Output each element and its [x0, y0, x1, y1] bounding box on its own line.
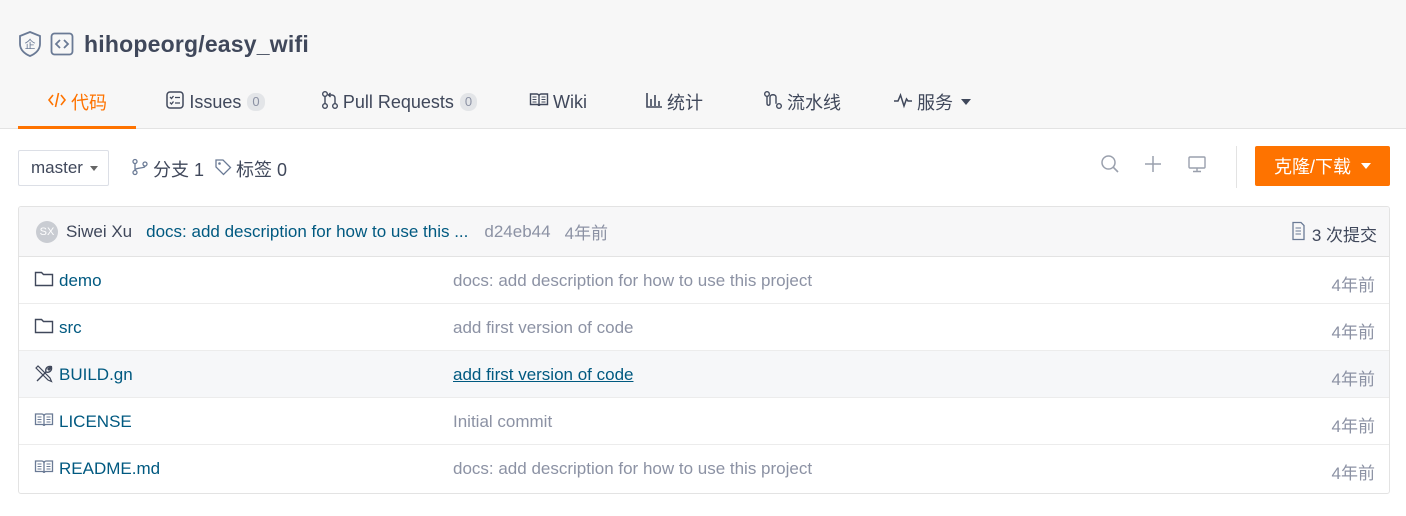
- file-time: 4年前: [1331, 464, 1375, 483]
- pipeline-icon: [763, 90, 787, 115]
- tab-pull-requests[interactable]: Pull Requests 0: [294, 76, 504, 128]
- document-book-icon: [34, 458, 54, 481]
- tab-label: Wiki: [553, 91, 587, 112]
- tab-wiki[interactable]: Wiki: [504, 76, 612, 128]
- tags-link[interactable]: 标签 0: [214, 156, 287, 182]
- tab-label: 统计: [667, 93, 703, 113]
- branch-select-value: master: [31, 158, 83, 177]
- branch-icon: [131, 158, 153, 181]
- file-commit-message[interactable]: add first version of code: [453, 318, 633, 338]
- file-time: 4年前: [1331, 417, 1375, 436]
- add-file-plus-icon[interactable]: [1143, 154, 1163, 179]
- caret-down-icon: [89, 165, 98, 171]
- table-row[interactable]: BUILD.gn add first version of code 4年前: [19, 351, 1389, 398]
- table-row[interactable]: README.md docs: add description for how …: [19, 445, 1389, 492]
- file-list: SX Siwei Xu docs: add description for ho…: [18, 206, 1390, 494]
- repo-tabs: 代码 Issues 0 Pull Requests 0 Wiki 统计 流水线 …: [18, 76, 996, 129]
- commit-history-icon: [1290, 221, 1312, 246]
- folder-icon: [34, 270, 54, 293]
- commit-time: 4年前: [564, 224, 609, 243]
- commit-count-link[interactable]: 3 次提交: [1290, 221, 1377, 246]
- code-repo-icon: [50, 32, 74, 56]
- branch-select[interactable]: master: [18, 150, 109, 186]
- tag-icon: [214, 158, 236, 181]
- file-name-link[interactable]: BUILD.gn: [59, 365, 133, 385]
- clone-download-button[interactable]: 克隆/下载: [1255, 146, 1390, 186]
- repo-header: 企 hihopeorg/easy_wifi 代码 Issues 0 Pull R…: [0, 0, 1406, 129]
- bar-chart-icon: [645, 90, 667, 115]
- file-name-link[interactable]: demo: [59, 271, 102, 291]
- file-time: 4年前: [1331, 276, 1375, 295]
- file-commit-message[interactable]: docs: add description for how to use thi…: [453, 271, 812, 291]
- tab-issues[interactable]: Issues 0: [136, 76, 294, 128]
- tab-label: 代码: [71, 93, 107, 113]
- repo-title-row: 企 hihopeorg/easy_wifi: [18, 29, 309, 59]
- search-icon[interactable]: [1100, 154, 1120, 179]
- svg-text:企: 企: [25, 37, 36, 51]
- latest-commit-bar: SX Siwei Xu docs: add description for ho…: [19, 207, 1389, 257]
- tab-code[interactable]: 代码: [18, 76, 136, 129]
- file-name-link[interactable]: LICENSE: [59, 412, 132, 432]
- branches-label: 分支 1: [153, 160, 205, 180]
- toolbar-divider: [1236, 146, 1237, 188]
- repo-title[interactable]: hihopeorg/easy_wifi: [84, 31, 309, 58]
- file-name-link[interactable]: src: [59, 318, 82, 338]
- tab-pipeline[interactable]: 流水线: [736, 76, 868, 128]
- commit-count-label: 3 次提交: [1311, 226, 1377, 245]
- commit-sha[interactable]: d24eb44: [484, 222, 550, 242]
- caret-down-icon: [961, 99, 971, 105]
- clone-download-label: 克隆/下载: [1273, 157, 1351, 177]
- tab-label: 服务: [917, 93, 953, 113]
- folder-icon: [34, 317, 54, 340]
- file-time: 4年前: [1331, 323, 1375, 342]
- branches-link[interactable]: 分支 1: [131, 156, 204, 182]
- repo-toolbar: master 分支 1 标签 0 克隆/下载: [18, 146, 1390, 188]
- wiki-book-icon: [529, 90, 553, 115]
- tab-services-dropdown[interactable]: 服务: [868, 76, 996, 128]
- avatar[interactable]: SX: [36, 220, 58, 243]
- file-commit-message[interactable]: add first version of code: [453, 365, 633, 385]
- enterprise-shield-icon: 企: [18, 31, 42, 57]
- tab-label: Issues: [189, 91, 242, 112]
- tags-label: 标签 0: [236, 160, 288, 180]
- issues-count-badge: 0: [247, 93, 265, 111]
- pulse-icon: [893, 90, 917, 115]
- tab-stats[interactable]: 统计: [612, 76, 736, 128]
- table-row[interactable]: src add first version of code 4年前: [19, 304, 1389, 351]
- web-ide-monitor-icon[interactable]: [1187, 154, 1207, 179]
- table-row[interactable]: demo docs: add description for how to us…: [19, 257, 1389, 304]
- table-row[interactable]: LICENSE Initial commit 4年前: [19, 398, 1389, 445]
- tab-label: 流水线: [787, 93, 841, 113]
- build-tools-icon: [34, 364, 54, 389]
- tab-label: Pull Requests: [342, 91, 454, 112]
- document-book-icon: [34, 411, 54, 434]
- commit-message-link[interactable]: docs: add description for how to use thi…: [146, 222, 468, 242]
- file-name-link[interactable]: README.md: [59, 459, 160, 479]
- pull-request-icon: [321, 90, 343, 115]
- commit-author[interactable]: Siwei Xu: [66, 222, 132, 242]
- caret-down-icon: [1361, 163, 1371, 169]
- pull-requests-count-badge: 0: [459, 93, 478, 111]
- file-commit-message[interactable]: Initial commit: [453, 412, 552, 432]
- issues-icon: [165, 90, 189, 115]
- file-commit-message[interactable]: docs: add description for how to use thi…: [453, 459, 812, 479]
- code-icon: [47, 90, 71, 115]
- file-time: 4年前: [1331, 370, 1375, 389]
